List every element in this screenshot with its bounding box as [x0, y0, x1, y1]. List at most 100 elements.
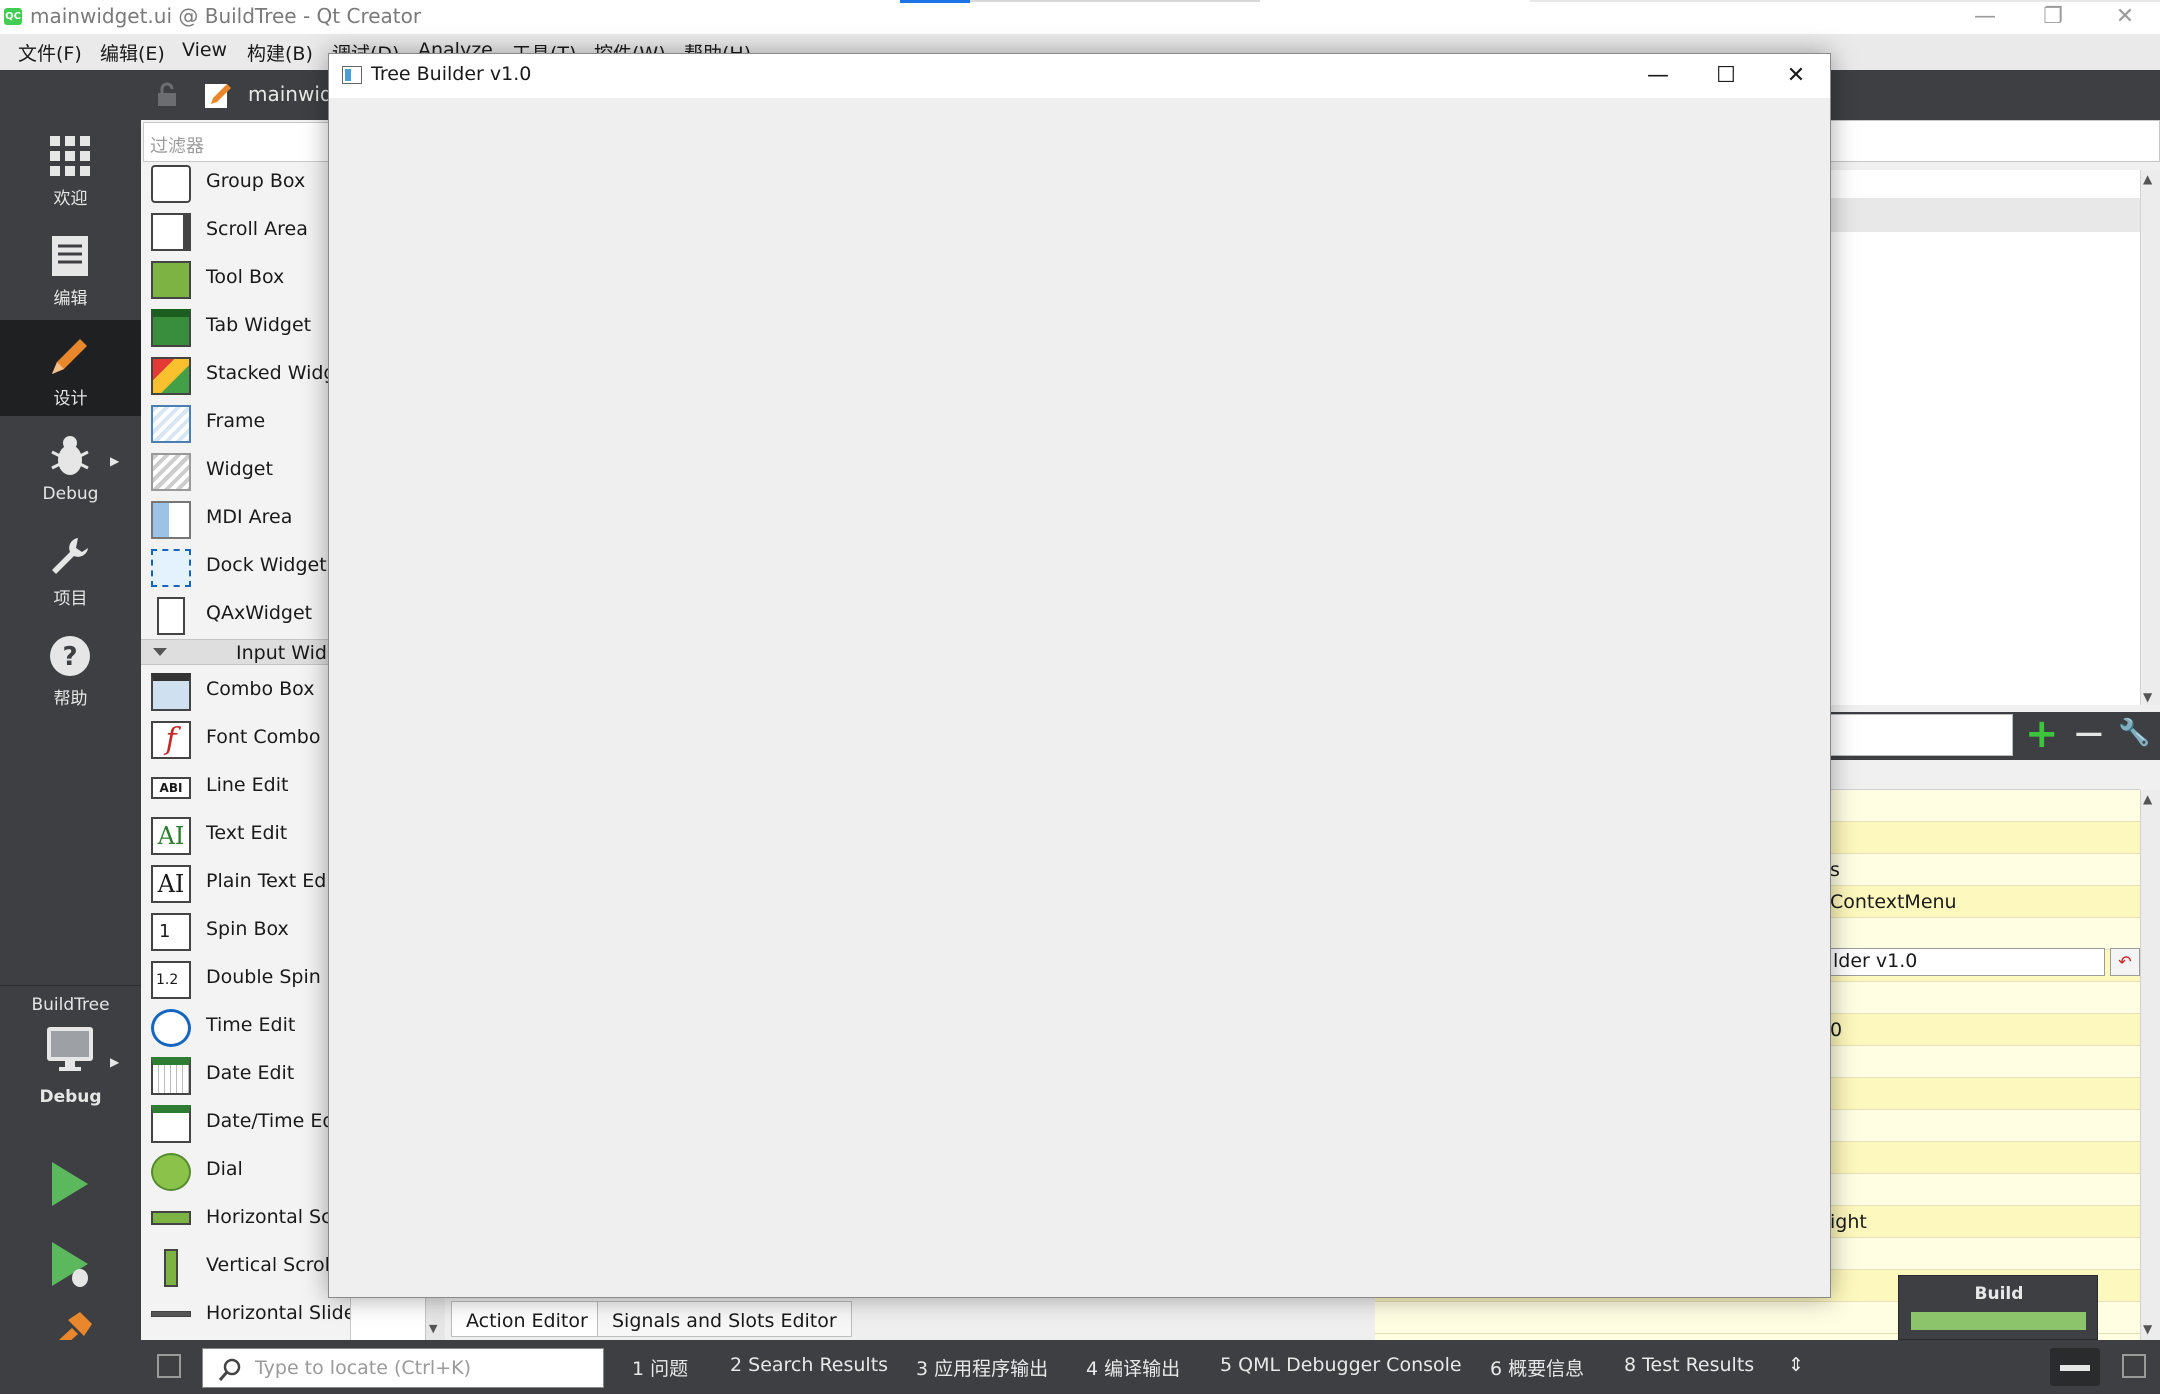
taskbar-accent	[900, 0, 970, 3]
reset-property-icon[interactable]: ↶	[2110, 948, 2140, 976]
mode-edit[interactable]: 编辑	[0, 220, 141, 316]
widget-item-tab-widget[interactable]: Tab Widget	[141, 302, 350, 350]
widget-item-text-edit[interactable]: AI Text Edit	[141, 810, 350, 858]
mode-design[interactable]: 设计	[0, 320, 141, 416]
menu-build[interactable]: 构建(B)	[247, 39, 313, 66]
locator-placeholder: Type to locate (Ctrl+K)	[255, 1357, 471, 1379]
window-title-value-input[interactable]: lder v1.0	[1830, 948, 2105, 976]
pane-issues[interactable]: 1 问题	[632, 1354, 688, 1381]
widget-item-stacked-widget[interactable]: Stacked Widget	[141, 350, 350, 398]
widget-item-date-time-edit[interactable]: Date/Time Edit	[141, 1098, 350, 1146]
widget-item-spin-box[interactable]: 1 Spin Box	[141, 906, 350, 954]
widget-item-scroll-area[interactable]: Scroll Area	[141, 206, 350, 254]
lock-icon[interactable]	[155, 82, 179, 108]
progress-details-button[interactable]	[2050, 1348, 2100, 1386]
toggle-right-sidebar-icon[interactable]	[2122, 1354, 2146, 1378]
mode-projects[interactable]: 项目	[0, 520, 141, 616]
restore-button[interactable]: ❐	[2018, 0, 2088, 34]
minimize-button[interactable]: —	[1950, 0, 2020, 34]
close-button[interactable]: ✕	[2090, 0, 2160, 34]
design-toolbar: mainwidget.ui	[141, 70, 390, 120]
vscrollbar-icon	[164, 1249, 178, 1287]
mode-selector: 欢迎 编辑 设计 Debug ▶ 项目 ? 帮助 BuildTree ▶ Deb…	[0, 120, 141, 1356]
prop-scroll-down-arrow-icon[interactable]: ▼	[2143, 1322, 2152, 1336]
widget-item-frame[interactable]: Frame	[141, 398, 350, 446]
stacked-widget-icon	[151, 357, 191, 395]
widget-item-qaxwidget[interactable]: QAxWidget	[141, 590, 350, 638]
widget-item-dial[interactable]: Dial	[141, 1146, 350, 1194]
scroll-down-arrow-icon[interactable]: ▼	[2143, 690, 2152, 704]
selected-object-row[interactable]	[1830, 198, 2140, 232]
kit-selector[interactable]: ▶ Debug	[0, 1025, 141, 1125]
pane-search-results[interactable]: 2 Search Results	[730, 1354, 888, 1376]
wrench-icon	[52, 538, 88, 574]
widget-filter-input[interactable]: 过滤器	[143, 122, 349, 162]
widget-label: Combo Box	[206, 678, 315, 700]
tree-builder-titlebar[interactable]: Tree Builder v1.0 — ☐ ✕	[329, 54, 1830, 98]
property-filter-input[interactable]	[1830, 714, 2013, 756]
line-edit-icon: ABI	[151, 777, 191, 799]
widget-item-group-box[interactable]: Group Box	[141, 158, 350, 206]
pane-qml-debugger-console[interactable]: 5 QML Debugger Console	[1220, 1354, 1462, 1376]
object-filter-input[interactable]	[1830, 120, 2160, 162]
scroll-area-icon	[151, 213, 191, 251]
widget-item-date-edit[interactable]: Date Edit	[141, 1050, 350, 1098]
mode-design-label: 设计	[53, 389, 88, 409]
widget-item-font-combo-box[interactable]: f Font Combo Box	[141, 714, 350, 762]
widget-item-vertical-scroll-bar[interactable]: Vertical Scroll Bar	[141, 1242, 350, 1290]
run-icon[interactable]	[50, 1160, 90, 1208]
widget-item-horizontal-slider[interactable]: Horizontal Slider	[141, 1290, 350, 1338]
widget-item-line-edit[interactable]: ABI Line Edit	[141, 762, 350, 810]
property-value: ight	[1830, 1211, 1867, 1233]
prop-scroll-up-arrow-icon[interactable]: ▲	[2143, 792, 2152, 806]
monitor-icon	[47, 1027, 93, 1071]
widget-item-widget[interactable]: Widget	[141, 446, 350, 494]
object-inspector-tree[interactable]	[1830, 170, 2140, 705]
pane-test-results[interactable]: 8 Test Results	[1624, 1354, 1754, 1376]
locator-input[interactable]: Type to locate (Ctrl+K)	[202, 1348, 604, 1388]
debug-run-icon[interactable]	[50, 1240, 94, 1290]
widget-item-tool-box[interactable]: Tool Box	[141, 254, 350, 302]
configure-properties-button[interactable]: 🔧	[2118, 718, 2150, 748]
scroll-up-arrow-icon[interactable]: ▲	[2143, 172, 2152, 186]
document-icon	[52, 236, 88, 276]
widget-item-mdi-area[interactable]: MDI Area	[141, 494, 350, 542]
app-titlebar: QC mainwidget.ui @ BuildTree - Qt Creato…	[0, 0, 2160, 34]
app-window-icon	[342, 66, 362, 84]
widget-label: Widget	[206, 458, 273, 480]
tab-action-editor[interactable]: Action Editor	[451, 1301, 603, 1337]
pane-application-output[interactable]: 3 应用程序输出	[916, 1354, 1048, 1381]
mode-help[interactable]: ? 帮助	[0, 620, 141, 716]
tree-builder-minimize-button[interactable]: —	[1623, 54, 1693, 98]
build-progress-popup[interactable]: Build	[1898, 1275, 2098, 1340]
remove-property-button[interactable]: −	[2072, 714, 2106, 754]
mode-debug[interactable]: Debug ▶	[0, 420, 141, 516]
tab-signals-slots-editor[interactable]: Signals and Slots Editor	[597, 1301, 852, 1337]
category-input-widgets[interactable]: Input Widgets	[141, 639, 350, 665]
grid-icon	[50, 136, 90, 176]
tree-builder-close-button[interactable]: ✕	[1761, 54, 1831, 98]
widget-item-dock-widget[interactable]: Dock Widget	[141, 542, 350, 590]
widget-box-scroll-down[interactable]: ▼	[425, 1296, 445, 1340]
property-table-scrollbar[interactable]	[2140, 790, 2160, 1340]
add-property-button[interactable]: +	[2025, 714, 2059, 754]
tree-builder-client-area[interactable]	[329, 98, 1830, 1297]
more-panes-icon[interactable]: ⇕	[1788, 1354, 1804, 1376]
widget-item-double-spin-box[interactable]: 1.2 Double Spin Box	[141, 954, 350, 1002]
menu-edit[interactable]: 编辑(E)	[100, 39, 165, 66]
widget-item-plain-text-edit[interactable]: AI Plain Text Edit	[141, 858, 350, 906]
widget-item-combo-box[interactable]: Combo Box	[141, 666, 350, 714]
mode-welcome[interactable]: 欢迎	[0, 120, 141, 216]
property-value: ContextMenu	[1830, 891, 1957, 913]
menu-view[interactable]: View	[182, 39, 227, 61]
pane-general-messages[interactable]: 6 概要信息	[1490, 1354, 1584, 1381]
hslider-icon	[151, 1311, 191, 1317]
tree-builder-maximize-button[interactable]: ☐	[1691, 54, 1761, 98]
widget-label: Spin Box	[206, 918, 289, 940]
pane-compile-output[interactable]: 4 编译输出	[1086, 1354, 1180, 1381]
widget-item-time-edit[interactable]: Time Edit	[141, 1002, 350, 1050]
menu-file[interactable]: 文件(F)	[18, 39, 82, 66]
object-tree-scrollbar[interactable]	[2140, 170, 2160, 705]
toggle-left-sidebar-icon[interactable]	[157, 1354, 181, 1378]
widget-item-horizontal-scroll-bar[interactable]: Horizontal Scroll Bar	[141, 1194, 350, 1242]
